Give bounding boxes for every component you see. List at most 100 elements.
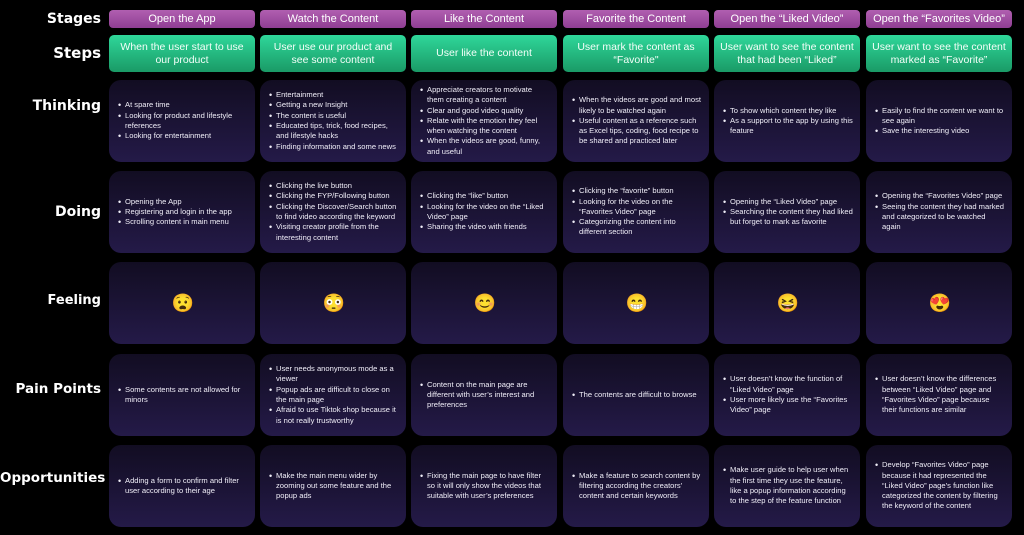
thinking-card: When the videos are good and most likely…	[563, 80, 709, 162]
doing-card: Opening the “Favorites Video” pageSeeing…	[866, 171, 1012, 253]
feeling-card: 😆	[714, 262, 860, 344]
stage-watch-content: Watch the Content	[260, 10, 406, 28]
thinking-card: Easily to find the content we want to se…	[866, 80, 1012, 162]
doing-card: Clicking the live buttonClicking the FYP…	[260, 171, 406, 253]
pain-points-list: User doesn’t know the function of “Liked…	[722, 374, 854, 415]
list-item: User needs anonymous mode as a viewer	[269, 364, 400, 385]
feeling-card: 😳	[260, 262, 406, 344]
doing-card: Clicking the “like” buttonLooking for th…	[411, 171, 557, 253]
opportunities-list: Make the main menu wider by zooming out …	[268, 471, 400, 502]
list-item: Make user guide to help user when the fi…	[723, 465, 854, 506]
thinking-list: To show which content they likeAs a supp…	[722, 106, 854, 137]
list-item: To show which content they like	[723, 106, 854, 117]
opportunities-list: Develop “Favorites Video” page because i…	[874, 460, 1006, 511]
opportunities-list: Make user guide to help user when the fi…	[722, 465, 854, 506]
row-label-pain-points: Pain Points	[15, 381, 101, 397]
opportunities-list: Adding a form to confirm and filter user…	[117, 476, 249, 497]
thinking-list: When the videos are good and most likely…	[571, 95, 703, 146]
list-item: Clicking the “like” button	[420, 191, 551, 202]
list-item: Make the main menu wider by zooming out …	[269, 471, 400, 502]
list-item: Seeing the content they had marked and c…	[875, 202, 1006, 233]
pain-points-card: Some contents are not allowed for minors	[109, 354, 255, 436]
stage-open-liked-video: Open the “Liked Video”	[714, 10, 860, 28]
list-item: The content is useful	[269, 111, 400, 122]
step-like-content: User like the content	[411, 35, 557, 72]
pain-points-card: User doesn’t know the differences betwee…	[866, 354, 1012, 436]
list-item: Registering and login in the app	[118, 207, 232, 218]
list-item: Opening the “Liked Video” page	[723, 197, 854, 208]
list-item: Clicking the FYP/Following button	[269, 191, 400, 202]
flushed-astonished-face-icon: 😳	[322, 293, 346, 313]
list-item: Popup ads are difficult to close on the …	[269, 385, 400, 406]
opportunities-card: Fixing the main page to have filter so i…	[411, 445, 557, 527]
row-label-feeling: Feeling	[47, 293, 101, 308]
doing-list: Clicking the live buttonClicking the FYP…	[268, 181, 400, 243]
doing-list: Opening the AppRegistering and login in …	[117, 197, 232, 228]
feeling-card: 😁	[563, 262, 709, 344]
pain-points-list: The contents are difficult to browse	[571, 390, 697, 401]
list-item: Fixing the main page to have filter so i…	[420, 471, 551, 502]
row-label-doing: Doing	[54, 204, 101, 220]
list-item: At spare time	[118, 100, 249, 111]
pain-points-card: The contents are difficult to browse	[563, 354, 709, 436]
list-item: As a support to the app by using this fe…	[723, 116, 854, 137]
opportunities-card: Adding a form to confirm and filter user…	[109, 445, 255, 527]
list-item: Looking for product and lifestyle refere…	[118, 111, 249, 132]
list-item: Adding a form to confirm and filter user…	[118, 476, 249, 497]
stage-open-favorites-video: Open the “Favorites Video”	[866, 10, 1012, 28]
thinking-card: To show which content they likeAs a supp…	[714, 80, 860, 162]
list-item: Opening the App	[118, 197, 232, 208]
step-open-favorites-video: User want to see the content marked as “…	[866, 35, 1012, 72]
list-item: Looking for the video on the “Liked Vide…	[420, 202, 551, 223]
opportunities-card: Make the main menu wider by zooming out …	[260, 445, 406, 527]
list-item: User more likely use the “Favorites Vide…	[723, 395, 854, 416]
list-item: Scrolling content in main menu	[118, 217, 232, 228]
list-item: Afraid to use Tiktok shop because it is …	[269, 405, 400, 426]
pain-points-card: User needs anonymous mode as a viewerPop…	[260, 354, 406, 436]
row-label-thinking: Thinking	[32, 98, 101, 114]
opportunities-list: Fixing the main page to have filter so i…	[419, 471, 551, 502]
opportunities-card: Develop “Favorites Video” page because i…	[866, 445, 1012, 527]
pain-points-list: Some contents are not allowed for minors	[117, 385, 249, 406]
doing-list: Clicking the “like” buttonLooking for th…	[419, 191, 551, 232]
list-item: Easily to find the content we want to se…	[875, 106, 1006, 127]
list-item: Some contents are not allowed for minors	[118, 385, 249, 406]
list-item: Save the interesting video	[875, 126, 1006, 137]
heart-eyes-face-icon: 😍	[928, 293, 952, 313]
list-item: Educated tips, trick, food recipes, and …	[269, 121, 400, 142]
squinting-laughing-face-icon: 😆	[776, 293, 800, 313]
feeling-card: 😍	[866, 262, 1012, 344]
row-label-stages: Stages	[46, 11, 101, 27]
list-item: Clicking the “favorite” button	[572, 186, 703, 197]
list-item: User doesn’t know the function of “Liked…	[723, 374, 854, 395]
list-item: Develop “Favorites Video” page because i…	[875, 460, 1006, 511]
thinking-list: Easily to find the content we want to se…	[874, 106, 1006, 137]
list-item: Sharing the video with friends	[420, 222, 551, 233]
list-item: Categorizing the content into different …	[572, 217, 703, 238]
list-item: User doesn’t know the differences betwee…	[875, 374, 1006, 415]
thinking-list: Appreciate creators to motivate them cre…	[419, 85, 551, 157]
list-item: Getting a new Insight	[269, 100, 400, 111]
list-item: Searching the content they had liked but…	[723, 207, 854, 228]
step-open-app: When the user start to use our product	[109, 35, 255, 72]
pain-points-list: User needs anonymous mode as a viewerPop…	[268, 364, 400, 426]
pain-points-list: User doesn’t know the differences betwee…	[874, 374, 1006, 415]
frowning-open-mouth-face-icon: 😧	[171, 293, 195, 313]
list-item: When the videos are good, funny, and use…	[420, 136, 551, 157]
thinking-list: EntertainmentGetting a new InsightThe co…	[268, 90, 400, 152]
thinking-card: Appreciate creators to motivate them cre…	[411, 80, 557, 162]
feeling-card: 😧	[109, 262, 255, 344]
stage-like-content: Like the Content	[411, 10, 557, 28]
thinking-list: At spare timeLooking for product and lif…	[117, 100, 249, 141]
list-item: Content on the main page are different w…	[420, 380, 551, 411]
list-item: Clicking the live button	[269, 181, 400, 192]
opportunities-list: Make a feature to search content by filt…	[571, 471, 703, 502]
opportunities-card: Make a feature to search content by filt…	[563, 445, 709, 527]
list-item: Clicking the Discover/Search button to f…	[269, 202, 400, 223]
list-item: Relate with the emotion they feel when w…	[420, 116, 551, 137]
stage-open-app: Open the App	[109, 10, 255, 28]
smiling-blushing-face-icon: 😊	[473, 293, 497, 313]
pain-points-card: User doesn’t know the function of “Liked…	[714, 354, 860, 436]
list-item: When the videos are good and most likely…	[572, 95, 703, 116]
step-favorite-content: User mark the content as “Favorite"	[563, 35, 709, 72]
